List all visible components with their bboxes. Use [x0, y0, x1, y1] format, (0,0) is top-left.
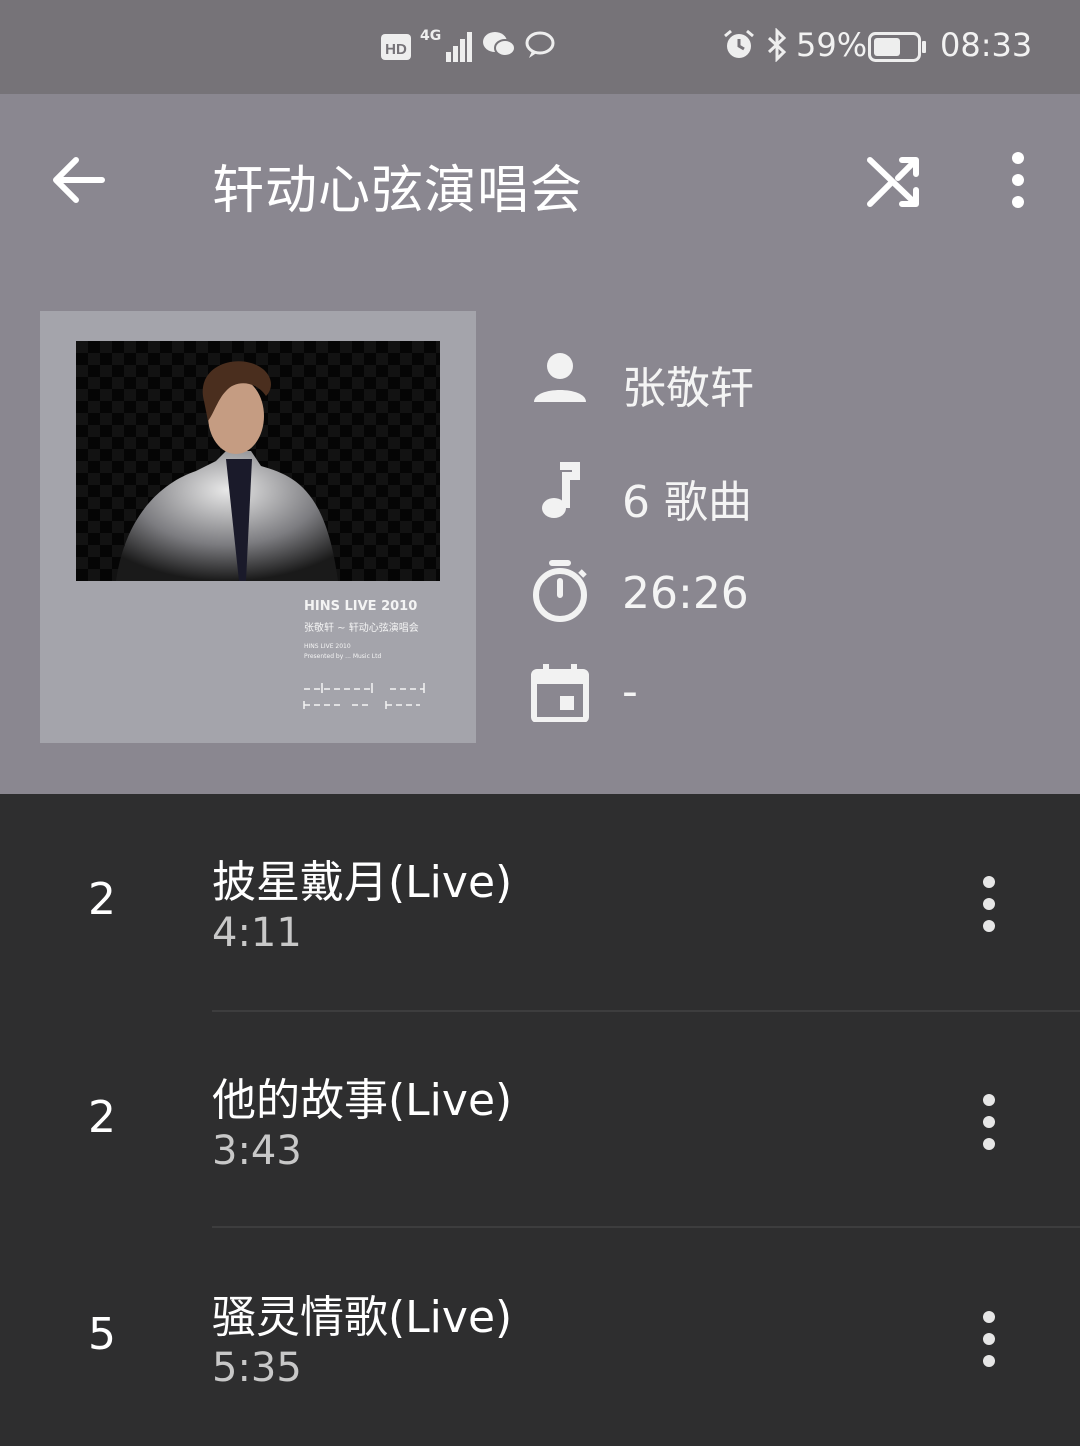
cover-graphic-lines [303, 683, 425, 709]
bluetooth-icon [767, 28, 787, 62]
battery-percent: 59% [796, 26, 868, 64]
track-duration: 5:35 [212, 1345, 302, 1391]
hd-icon: HD [381, 34, 411, 60]
album-cover: HINS LIVE 2010 张敬轩 ~ 轩动心弦演唱会 HINS LIVE 2… [40, 311, 476, 743]
song-count: 6 歌曲 [622, 477, 752, 528]
track-row[interactable]: 5 骚灵情歌(Live) 5:35 [0, 1229, 1080, 1446]
track-title: 骚灵情歌(Live) [212, 1292, 513, 1343]
track-number: 2 [88, 874, 116, 925]
wechat-icon [483, 32, 516, 57]
track-duration: 4:11 [212, 910, 302, 956]
album-title: 轩动心弦演唱会 [212, 161, 584, 221]
timer-icon [533, 560, 587, 622]
list-divider [212, 1226, 1080, 1228]
shuffle-icon[interactable] [862, 148, 926, 212]
track-duration: 3:43 [212, 1128, 302, 1174]
chat-bubble-icon [525, 31, 555, 58]
calendar-icon [531, 664, 589, 722]
more-vertical-icon[interactable] [998, 148, 1038, 212]
alarm-icon [724, 29, 754, 58]
track-number: 2 [88, 1092, 116, 1143]
more-vertical-icon[interactable] [974, 1092, 1004, 1152]
track-title: 披星戴月(Live) [212, 857, 513, 908]
cover-photo [76, 341, 440, 581]
track-row[interactable]: 2 他的故事(Live) 3:43 [0, 1012, 1080, 1229]
release-date: - [622, 666, 638, 717]
cover-subtitle-text: 张敬轩 ~ 轩动心弦演唱会 [304, 623, 419, 634]
track-title: 他的故事(Live) [212, 1075, 513, 1126]
track-row[interactable]: 2 披星戴月(Live) 4:11 [0, 794, 1080, 1011]
cover-title-text: HINS LIVE 2010 [304, 599, 418, 614]
track-number: 5 [88, 1309, 116, 1360]
total-duration: 26:26 [622, 568, 749, 619]
cover-small-text: HINS LIVE 2010 [304, 643, 351, 650]
svg-text:HD: HD [385, 41, 407, 58]
music-note-icon [542, 462, 580, 518]
status-time: 08:33 [940, 26, 1033, 64]
signal-icon [446, 32, 472, 62]
more-vertical-icon[interactable] [974, 1309, 1004, 1369]
cover-credit-text: Presented by ... Music Ltd [304, 653, 382, 660]
back-arrow-icon[interactable] [46, 148, 110, 212]
more-vertical-icon[interactable] [974, 874, 1004, 934]
status-bar: HD 4G 59% 08:33 [0, 0, 1080, 94]
battery-icon [868, 32, 926, 62]
performer-silhouette [76, 341, 440, 581]
person-icon [534, 353, 586, 402]
artist-name: 张敬轩 [622, 363, 754, 414]
